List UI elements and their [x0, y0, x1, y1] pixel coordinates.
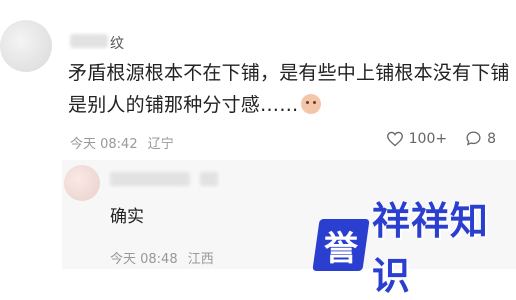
- comment-location: 辽宁: [147, 137, 174, 152]
- reply-count: 8: [487, 130, 496, 147]
- reply-time: 今天 08:48: [110, 252, 178, 267]
- comment-body: 矛盾根源根本不在下铺，是有些中上铺根本没有下铺是别人的铺那种分寸感……: [68, 62, 510, 116]
- comment-text: 矛盾根源根本不在下铺，是有些中上铺根本没有下铺是别人的铺那种分寸感……: [68, 57, 513, 121]
- heart-icon: [386, 131, 403, 146]
- reply-location: 江西: [187, 252, 214, 267]
- watermark-logo-char: 誉: [323, 228, 358, 269]
- like-button[interactable]: 100+: [386, 131, 447, 147]
- comment-icon: [466, 131, 481, 146]
- reply-username-blurred: [110, 172, 190, 186]
- comment-actions: 100+ 8: [368, 130, 496, 147]
- commenter-avatar[interactable]: [0, 20, 52, 72]
- replier-avatar[interactable]: [64, 165, 100, 201]
- watermark-logo: 誉: [312, 219, 370, 271]
- username-suffix: 纹: [110, 36, 124, 52]
- comment-meta: 今天 08:42 辽宁: [70, 133, 180, 152]
- reply-text: 确实: [110, 207, 144, 227]
- watermark: 誉 祥祥知识: [312, 190, 516, 300]
- blush-emoji-icon: [301, 94, 322, 114]
- reply-meta: 今天 08:48 江西: [110, 248, 220, 267]
- comment-time: 今天 08:42: [70, 137, 138, 152]
- reply-count-button[interactable]: 8: [465, 130, 496, 147]
- reply-username-badge: [200, 172, 218, 186]
- like-count: 100+: [408, 130, 448, 147]
- username-blurred: [70, 34, 108, 48]
- watermark-text: 祥祥知识: [371, 199, 489, 298]
